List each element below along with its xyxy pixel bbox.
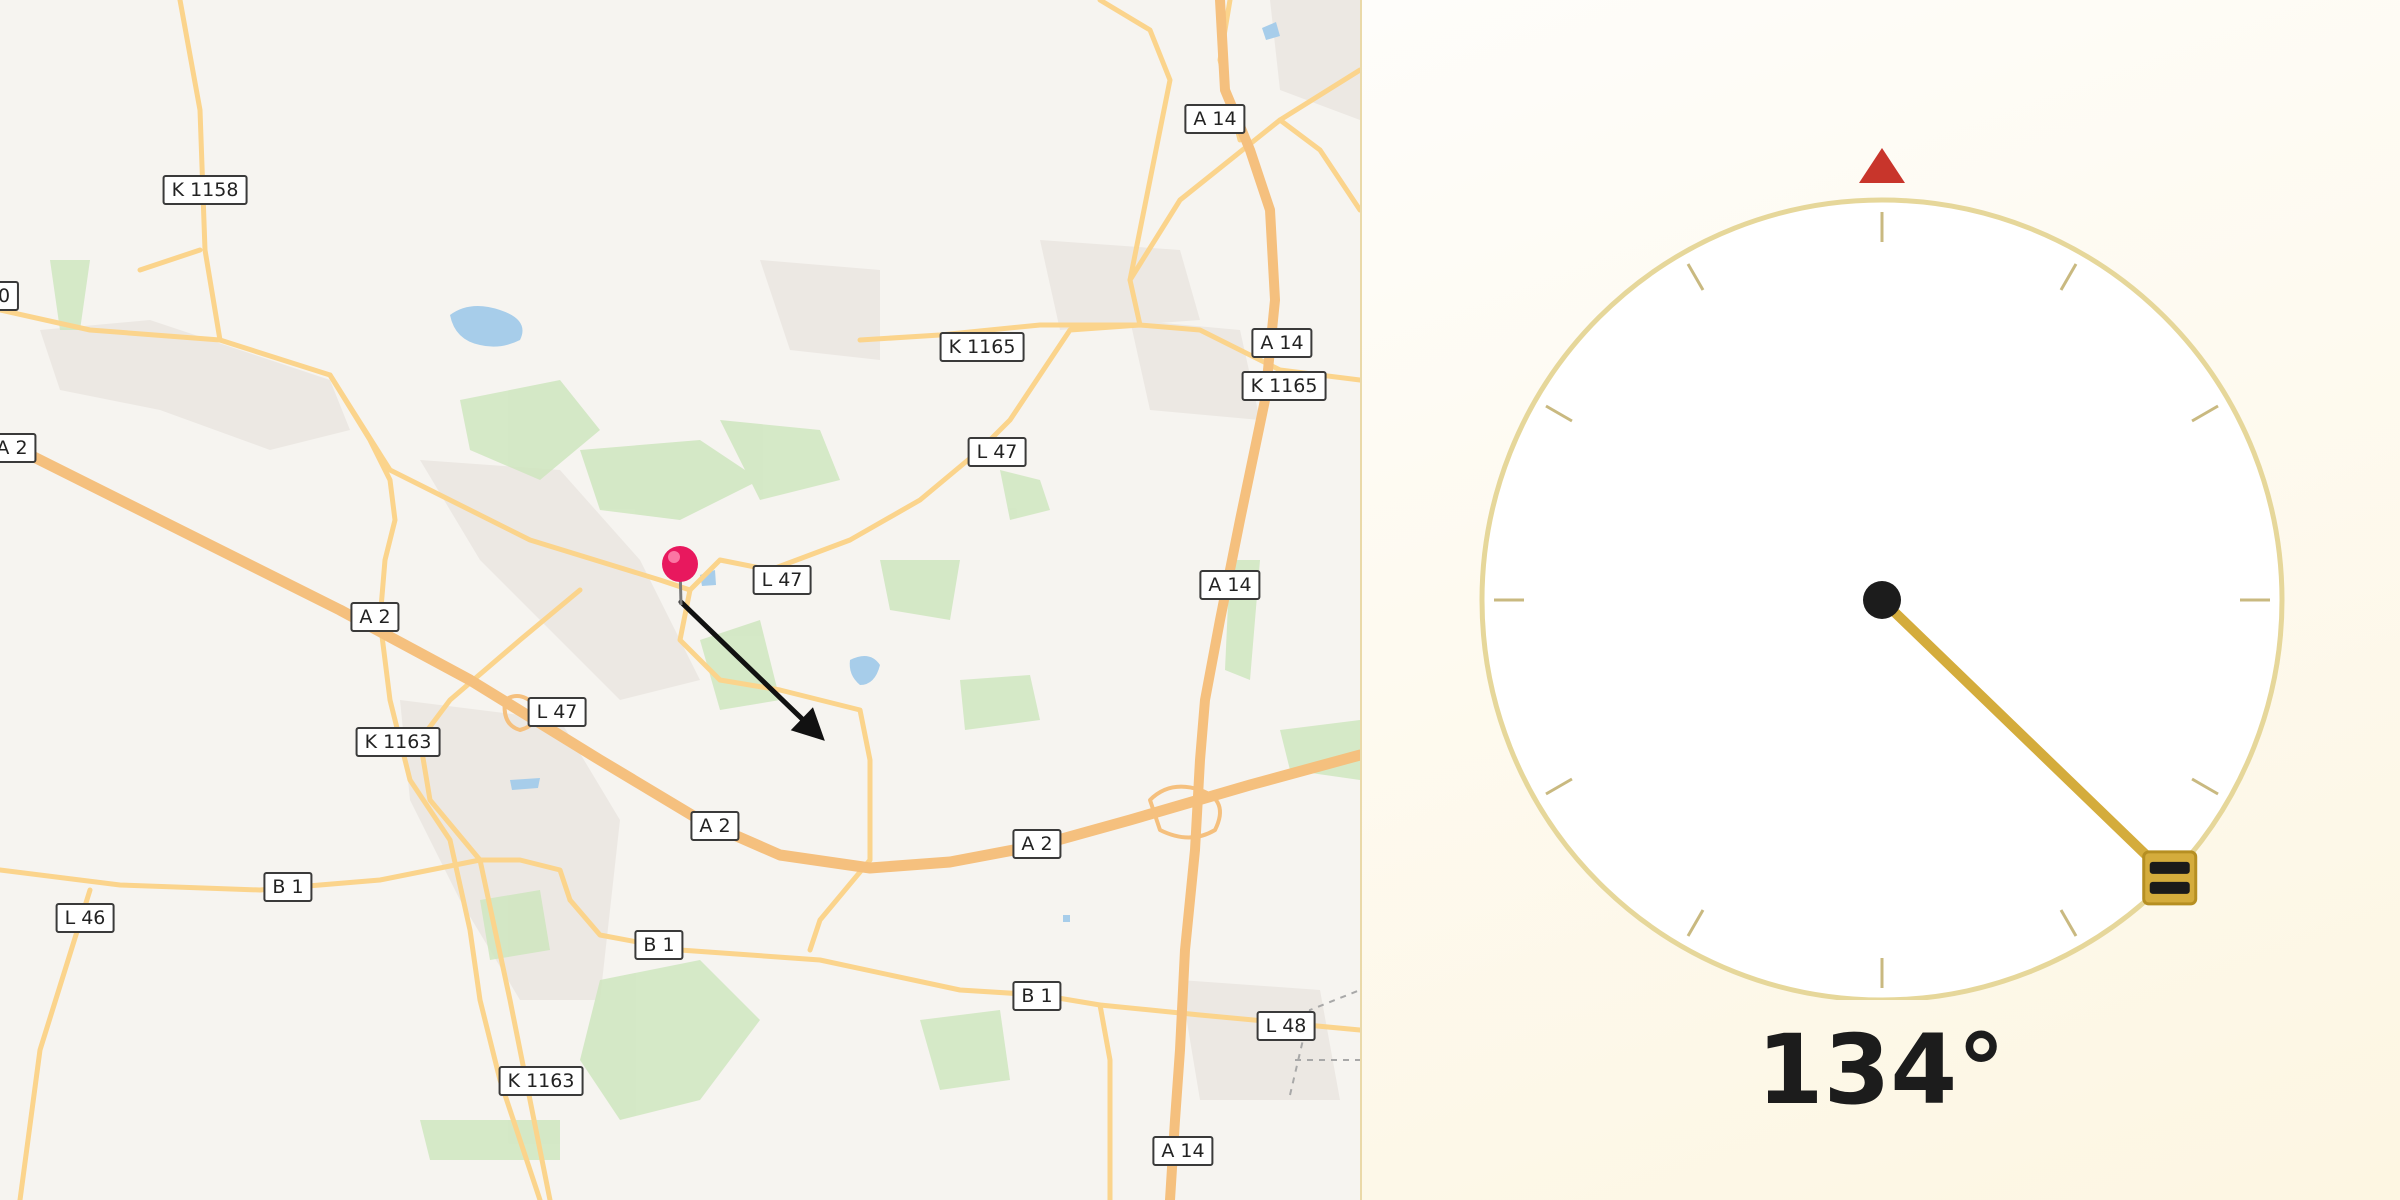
road-label-b1-west: B 1: [263, 872, 313, 902]
compass-panel: 134°: [1362, 0, 2400, 1200]
road-label-a14-top: A 14: [1184, 104, 1246, 134]
road-label-l48: L 48: [1256, 1011, 1316, 1041]
road-label-k1158: K 1158: [162, 175, 248, 205]
road-label-k1163-a: K 1163: [355, 727, 441, 757]
road-label-l46: L 46: [55, 903, 115, 933]
road-label-a14-middle: A 14: [1199, 570, 1261, 600]
settlement-areas: [40, 0, 1360, 1100]
heading-readout: 134°: [1756, 1014, 2006, 1126]
heading-drag-handle[interactable]: [2142, 850, 2198, 906]
road-label-a2-west: A 2: [350, 602, 400, 632]
road-label-a14-upper: A 14: [1251, 328, 1313, 358]
compass-dial[interactable]: [1362, 0, 2400, 1000]
road-label-k1163-b: K 1163: [498, 1066, 584, 1096]
map-view[interactable]: K 1158 0 A 2 A 2 A 2 A 2 A 14 A 14 A 14 …: [0, 0, 1362, 1200]
road-label-b1-center: B 1: [634, 930, 684, 960]
road-label-b1-east: B 1: [1012, 981, 1062, 1011]
road-label-a14-bottom: A 14: [1152, 1136, 1214, 1166]
road-label-a2-east: A 2: [1012, 829, 1062, 859]
road-label-l47-north: L 47: [967, 437, 1027, 467]
road-label-l47-center: L 47: [752, 565, 812, 595]
road-label-a2-center: A 2: [690, 811, 740, 841]
road-label-k1165-b: K 1165: [1241, 371, 1327, 401]
road-label-k1165-a: K 1165: [939, 332, 1025, 362]
north-marker-icon: [1859, 148, 1905, 183]
dial-center-hub: [1863, 581, 1901, 619]
location-pin[interactable]: [662, 546, 698, 606]
road-label-a2-left: A 2: [0, 433, 37, 463]
road-label-partial: 0: [0, 281, 20, 311]
road-label-l47-west: L 47: [527, 697, 587, 727]
